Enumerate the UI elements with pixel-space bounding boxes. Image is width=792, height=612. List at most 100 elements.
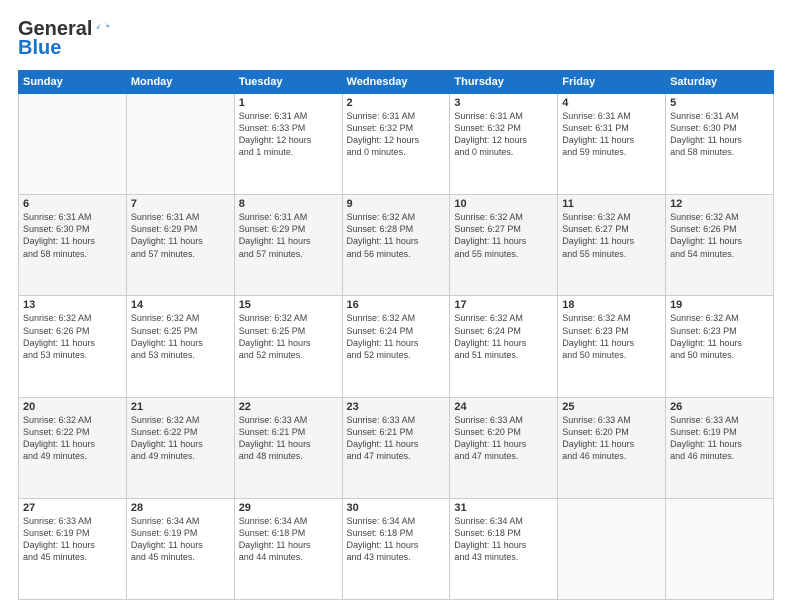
calendar-cell: 26Sunrise: 6:33 AM Sunset: 6:19 PM Dayli… [666, 397, 774, 498]
calendar-cell: 5Sunrise: 6:31 AM Sunset: 6:30 PM Daylig… [666, 94, 774, 195]
day-number: 2 [347, 97, 446, 109]
day-info: Sunrise: 6:32 AM Sunset: 6:24 PM Dayligh… [454, 312, 553, 361]
calendar-cell: 7Sunrise: 6:31 AM Sunset: 6:29 PM Daylig… [126, 195, 234, 296]
day-number: 31 [454, 502, 553, 514]
day-number: 23 [347, 401, 446, 413]
day-info: Sunrise: 6:32 AM Sunset: 6:28 PM Dayligh… [347, 211, 446, 260]
calendar-cell: 2Sunrise: 6:31 AM Sunset: 6:32 PM Daylig… [342, 94, 450, 195]
day-number: 10 [454, 198, 553, 210]
day-info: Sunrise: 6:33 AM Sunset: 6:21 PM Dayligh… [239, 414, 338, 463]
calendar-cell: 6Sunrise: 6:31 AM Sunset: 6:30 PM Daylig… [19, 195, 127, 296]
day-number: 11 [562, 198, 661, 210]
day-info: Sunrise: 6:31 AM Sunset: 6:32 PM Dayligh… [347, 110, 446, 159]
day-info: Sunrise: 6:31 AM Sunset: 6:33 PM Dayligh… [239, 110, 338, 159]
day-number: 16 [347, 299, 446, 311]
calendar-cell: 9Sunrise: 6:32 AM Sunset: 6:28 PM Daylig… [342, 195, 450, 296]
calendar-cell: 16Sunrise: 6:32 AM Sunset: 6:24 PM Dayli… [342, 296, 450, 397]
day-number: 8 [239, 198, 338, 210]
calendar-cell: 28Sunrise: 6:34 AM Sunset: 6:19 PM Dayli… [126, 498, 234, 599]
calendar-cell: 3Sunrise: 6:31 AM Sunset: 6:32 PM Daylig… [450, 94, 558, 195]
logo-bird-icon [94, 21, 112, 39]
logo: General Blue [18, 18, 112, 60]
calendar-cell: 20Sunrise: 6:32 AM Sunset: 6:22 PM Dayli… [19, 397, 127, 498]
calendar-week-row: 27Sunrise: 6:33 AM Sunset: 6:19 PM Dayli… [19, 498, 774, 599]
weekday-header-row: SundayMondayTuesdayWednesdayThursdayFrid… [19, 71, 774, 94]
day-info: Sunrise: 6:32 AM Sunset: 6:24 PM Dayligh… [347, 312, 446, 361]
calendar-cell: 8Sunrise: 6:31 AM Sunset: 6:29 PM Daylig… [234, 195, 342, 296]
calendar-week-row: 1Sunrise: 6:31 AM Sunset: 6:33 PM Daylig… [19, 94, 774, 195]
day-number: 26 [670, 401, 769, 413]
day-number: 28 [131, 502, 230, 514]
day-number: 5 [670, 97, 769, 109]
day-number: 7 [131, 198, 230, 210]
day-number: 29 [239, 502, 338, 514]
day-number: 18 [562, 299, 661, 311]
day-number: 22 [239, 401, 338, 413]
calendar-cell: 1Sunrise: 6:31 AM Sunset: 6:33 PM Daylig… [234, 94, 342, 195]
day-number: 1 [239, 97, 338, 109]
calendar-cell: 22Sunrise: 6:33 AM Sunset: 6:21 PM Dayli… [234, 397, 342, 498]
calendar-cell: 17Sunrise: 6:32 AM Sunset: 6:24 PM Dayli… [450, 296, 558, 397]
calendar-cell: 21Sunrise: 6:32 AM Sunset: 6:22 PM Dayli… [126, 397, 234, 498]
calendar-cell: 29Sunrise: 6:34 AM Sunset: 6:18 PM Dayli… [234, 498, 342, 599]
day-number: 20 [23, 401, 122, 413]
calendar-cell: 27Sunrise: 6:33 AM Sunset: 6:19 PM Dayli… [19, 498, 127, 599]
day-number: 24 [454, 401, 553, 413]
day-info: Sunrise: 6:33 AM Sunset: 6:19 PM Dayligh… [23, 515, 122, 564]
calendar-cell [126, 94, 234, 195]
day-info: Sunrise: 6:34 AM Sunset: 6:18 PM Dayligh… [454, 515, 553, 564]
calendar-cell: 13Sunrise: 6:32 AM Sunset: 6:26 PM Dayli… [19, 296, 127, 397]
day-number: 21 [131, 401, 230, 413]
day-number: 6 [23, 198, 122, 210]
day-info: Sunrise: 6:31 AM Sunset: 6:30 PM Dayligh… [23, 211, 122, 260]
day-info: Sunrise: 6:32 AM Sunset: 6:26 PM Dayligh… [670, 211, 769, 260]
day-number: 14 [131, 299, 230, 311]
day-info: Sunrise: 6:32 AM Sunset: 6:22 PM Dayligh… [131, 414, 230, 463]
day-number: 3 [454, 97, 553, 109]
day-info: Sunrise: 6:31 AM Sunset: 6:29 PM Dayligh… [131, 211, 230, 260]
day-info: Sunrise: 6:32 AM Sunset: 6:23 PM Dayligh… [562, 312, 661, 361]
calendar-week-row: 20Sunrise: 6:32 AM Sunset: 6:22 PM Dayli… [19, 397, 774, 498]
day-info: Sunrise: 6:31 AM Sunset: 6:30 PM Dayligh… [670, 110, 769, 159]
calendar-cell: 23Sunrise: 6:33 AM Sunset: 6:21 PM Dayli… [342, 397, 450, 498]
day-number: 27 [23, 502, 122, 514]
calendar-cell: 30Sunrise: 6:34 AM Sunset: 6:18 PM Dayli… [342, 498, 450, 599]
weekday-header-monday: Monday [126, 71, 234, 94]
day-info: Sunrise: 6:34 AM Sunset: 6:18 PM Dayligh… [347, 515, 446, 564]
day-info: Sunrise: 6:32 AM Sunset: 6:25 PM Dayligh… [131, 312, 230, 361]
calendar-cell: 10Sunrise: 6:32 AM Sunset: 6:27 PM Dayli… [450, 195, 558, 296]
day-number: 30 [347, 502, 446, 514]
day-info: Sunrise: 6:33 AM Sunset: 6:21 PM Dayligh… [347, 414, 446, 463]
calendar-week-row: 13Sunrise: 6:32 AM Sunset: 6:26 PM Dayli… [19, 296, 774, 397]
day-number: 4 [562, 97, 661, 109]
header: General Blue [18, 18, 774, 60]
weekday-header-friday: Friday [558, 71, 666, 94]
calendar-cell [558, 498, 666, 599]
calendar-table: SundayMondayTuesdayWednesdayThursdayFrid… [18, 70, 774, 600]
day-number: 15 [239, 299, 338, 311]
calendar-cell [666, 498, 774, 599]
day-info: Sunrise: 6:31 AM Sunset: 6:29 PM Dayligh… [239, 211, 338, 260]
day-number: 17 [454, 299, 553, 311]
weekday-header-thursday: Thursday [450, 71, 558, 94]
weekday-header-sunday: Sunday [19, 71, 127, 94]
weekday-header-tuesday: Tuesday [234, 71, 342, 94]
day-number: 12 [670, 198, 769, 210]
page: General Blue SundayMondayTuesdayWednesda… [0, 0, 792, 612]
day-number: 9 [347, 198, 446, 210]
day-info: Sunrise: 6:34 AM Sunset: 6:19 PM Dayligh… [131, 515, 230, 564]
calendar-cell: 15Sunrise: 6:32 AM Sunset: 6:25 PM Dayli… [234, 296, 342, 397]
day-info: Sunrise: 6:31 AM Sunset: 6:32 PM Dayligh… [454, 110, 553, 159]
calendar-cell: 31Sunrise: 6:34 AM Sunset: 6:18 PM Dayli… [450, 498, 558, 599]
day-info: Sunrise: 6:32 AM Sunset: 6:22 PM Dayligh… [23, 414, 122, 463]
logo-blue: Blue [18, 37, 61, 60]
calendar-week-row: 6Sunrise: 6:31 AM Sunset: 6:30 PM Daylig… [19, 195, 774, 296]
calendar-cell: 25Sunrise: 6:33 AM Sunset: 6:20 PM Dayli… [558, 397, 666, 498]
day-info: Sunrise: 6:32 AM Sunset: 6:27 PM Dayligh… [454, 211, 553, 260]
calendar-cell: 11Sunrise: 6:32 AM Sunset: 6:27 PM Dayli… [558, 195, 666, 296]
calendar-cell: 4Sunrise: 6:31 AM Sunset: 6:31 PM Daylig… [558, 94, 666, 195]
day-number: 25 [562, 401, 661, 413]
weekday-header-saturday: Saturday [666, 71, 774, 94]
weekday-header-wednesday: Wednesday [342, 71, 450, 94]
calendar-cell: 19Sunrise: 6:32 AM Sunset: 6:23 PM Dayli… [666, 296, 774, 397]
